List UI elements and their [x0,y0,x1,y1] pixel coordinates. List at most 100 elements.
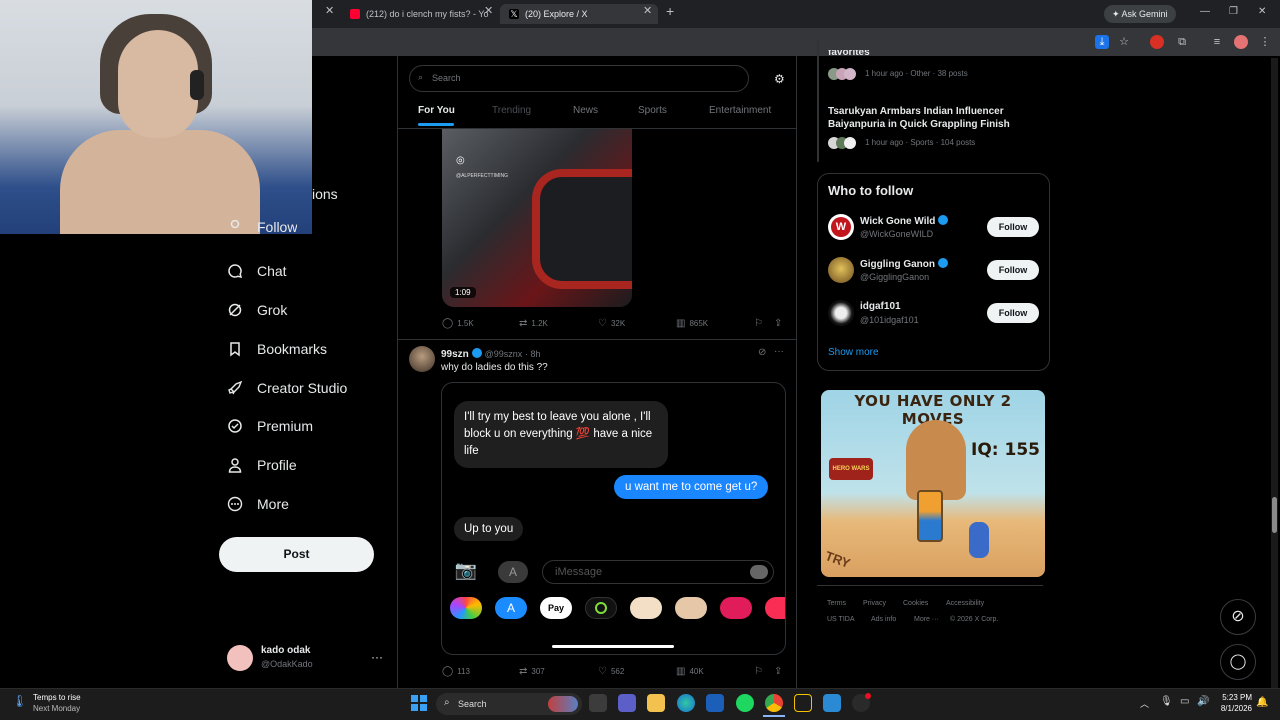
footer-link[interactable]: More ··· [914,616,939,623]
notifications-bell-icon[interactable]: 🔔 [1256,697,1268,708]
tweet-image[interactable]: I'll try my best to leave you alone , I'… [441,382,786,655]
windows-start-icon[interactable] [411,695,427,711]
tab-sports[interactable]: Sports [638,105,667,116]
scrollbar-thumb[interactable] [1272,497,1277,533]
follow-button[interactable]: Follow [987,217,1039,237]
views-button[interactable]: ▥ 865K [676,318,708,329]
retweet-button[interactable]: ⇄ 307 [519,666,545,677]
show-hidden-icons[interactable]: ︿ [1140,697,1149,710]
close-tab-icon[interactable]: ✕ [484,4,493,17]
views-button[interactable]: ▥ 40K [676,666,704,677]
tweet-author-handle[interactable]: @99sznx [485,349,523,359]
like-button[interactable]: ♡ 32K [598,318,625,329]
verified-badge-icon [471,348,482,358]
bookmark-button[interactable]: ⚐ [754,666,767,677]
user-avatar[interactable] [828,257,854,283]
footer-link[interactable]: Privacy [863,600,886,607]
reply-button[interactable]: ◯ 1.5K [442,318,474,329]
nav-item-profile[interactable]: Profile [227,452,297,478]
nav-item-follow[interactable]: Follow [227,220,297,234]
nav-item-bookmarks[interactable]: Bookmarks [227,336,327,362]
footer-link[interactable]: Terms [827,600,846,607]
network-icon[interactable]: ▭ [1180,696,1189,707]
new-tab-icon[interactable]: + [666,3,674,19]
edge-icon[interactable] [677,694,695,712]
tweet-avatar[interactable] [409,346,435,372]
game-ad[interactable]: YOU HAVE ONLY 2 MOVES IQ: 155 HERO WARS … [821,390,1045,577]
store-icon[interactable] [706,694,724,712]
trend-title[interactable]: Tsarukyan Armbars Indian Influencer Baiy… [828,105,1040,131]
search-input[interactable]: Search [409,65,749,92]
microphone-icon[interactable]: 🎙 [1160,696,1173,707]
nav-item-creator-studio[interactable]: Creator Studio [227,375,347,401]
browser-tab-youtube[interactable]: (212) do i clench my fists? - Yo [340,4,500,24]
chrome-icon[interactable] [765,694,783,712]
trend-title[interactable]: favorites [828,50,1028,60]
tab-for-you[interactable]: For You [418,105,455,116]
footer-link[interactable]: Cookies [903,600,928,607]
app-icon[interactable] [794,694,812,712]
nav-item-chat[interactable]: Chat [227,258,287,284]
spotify-icon[interactable] [736,694,754,712]
close-window-icon[interactable]: ✕ [1258,6,1266,17]
profile-avatar[interactable] [1234,35,1248,49]
app-icon[interactable] [823,694,841,712]
grok-float-icon[interactable]: ⊘ [1220,599,1256,635]
weather-title[interactable]: Temps to rise [33,693,81,702]
nav-item-notifications-partial[interactable]: ions [312,181,338,207]
install-app-icon[interactable]: ⤓ [1095,35,1109,49]
tab-news[interactable]: News [573,105,598,116]
tab-trending[interactable]: Trending [492,105,531,116]
follow-button[interactable]: Follow [987,260,1039,280]
nav-item-more[interactable]: More [227,491,289,517]
retweet-button[interactable]: ⇄ 1.2K [519,318,548,329]
chat-float-icon[interactable]: ◯ [1220,644,1256,680]
file-explorer-icon[interactable] [647,694,665,712]
scrollbar-track[interactable] [1271,58,1278,688]
user-name[interactable]: Giggling Ganon [860,258,948,270]
close-tab-icon[interactable]: ✕ [325,4,334,17]
share-button[interactable]: ⇪ [774,666,786,677]
user-name[interactable]: idgaf101 [860,301,901,312]
like-button[interactable]: ♡ 562 [598,666,624,677]
task-view-icon[interactable] [589,694,607,712]
bookmark-star-icon[interactable]: ☆ [1117,35,1131,49]
grok-analyze-icon[interactable]: ⊘ [758,347,766,358]
nav-item-premium[interactable]: Premium [227,413,313,439]
menu-icon[interactable]: ⋮ [1258,35,1272,49]
follow-button[interactable]: Follow [987,303,1039,323]
post-button[interactable]: Post [219,537,374,572]
tweet-video[interactable]: ◎ @ALPERFECTTIMING 1:09 [442,129,632,307]
tweet-time[interactable]: · 8h [525,349,541,359]
footer-link[interactable]: Accessibility [946,600,984,607]
teams-icon[interactable] [618,694,636,712]
user-avatar[interactable] [828,300,854,326]
reply-button[interactable]: ◯ 113 [442,666,470,677]
footer-link[interactable]: US TIDA [827,616,855,623]
bookmark-button[interactable]: ⚐ [754,318,767,329]
weather-icon[interactable]: 🌡 [12,694,27,710]
account-avatar[interactable] [227,645,253,671]
reading-list-icon[interactable]: ≡ [1210,35,1224,49]
minimize-icon[interactable]: — [1200,6,1210,17]
user-avatar[interactable]: W [828,214,854,240]
share-button[interactable]: ⇪ [774,318,786,329]
tweet-author-name[interactable]: 99szn [441,349,469,360]
account-menu-icon[interactable]: ··· [371,650,383,664]
show-more-link[interactable]: Show more [828,347,879,358]
settings-gear-icon[interactable]: ⚙ [774,72,785,86]
ask-gemini-button[interactable]: ✦ Ask Gemini [1104,5,1176,23]
extensions-icon[interactable]: ⧉ [1175,35,1189,49]
volume-icon[interactable]: 🔊 [1197,696,1209,707]
nav-item-grok[interactable]: Grok [227,297,287,323]
footer-link[interactable]: Ads info [871,616,896,623]
browser-tab-explore[interactable]: 𝕏 (20) Explore / X [500,4,658,24]
clock-date[interactable]: 8/1/2026 [1212,704,1252,713]
clock-time[interactable]: 5:23 PM [1218,693,1252,702]
user-name[interactable]: Wick Gone Wild [860,215,949,227]
tab-entertainment[interactable]: Entertainment [709,105,771,116]
extension-red-icon[interactable] [1150,35,1164,49]
restore-icon[interactable]: ❐ [1229,6,1238,17]
more-options-icon[interactable]: ··· [774,346,784,357]
close-tab-icon[interactable]: ✕ [643,4,652,17]
